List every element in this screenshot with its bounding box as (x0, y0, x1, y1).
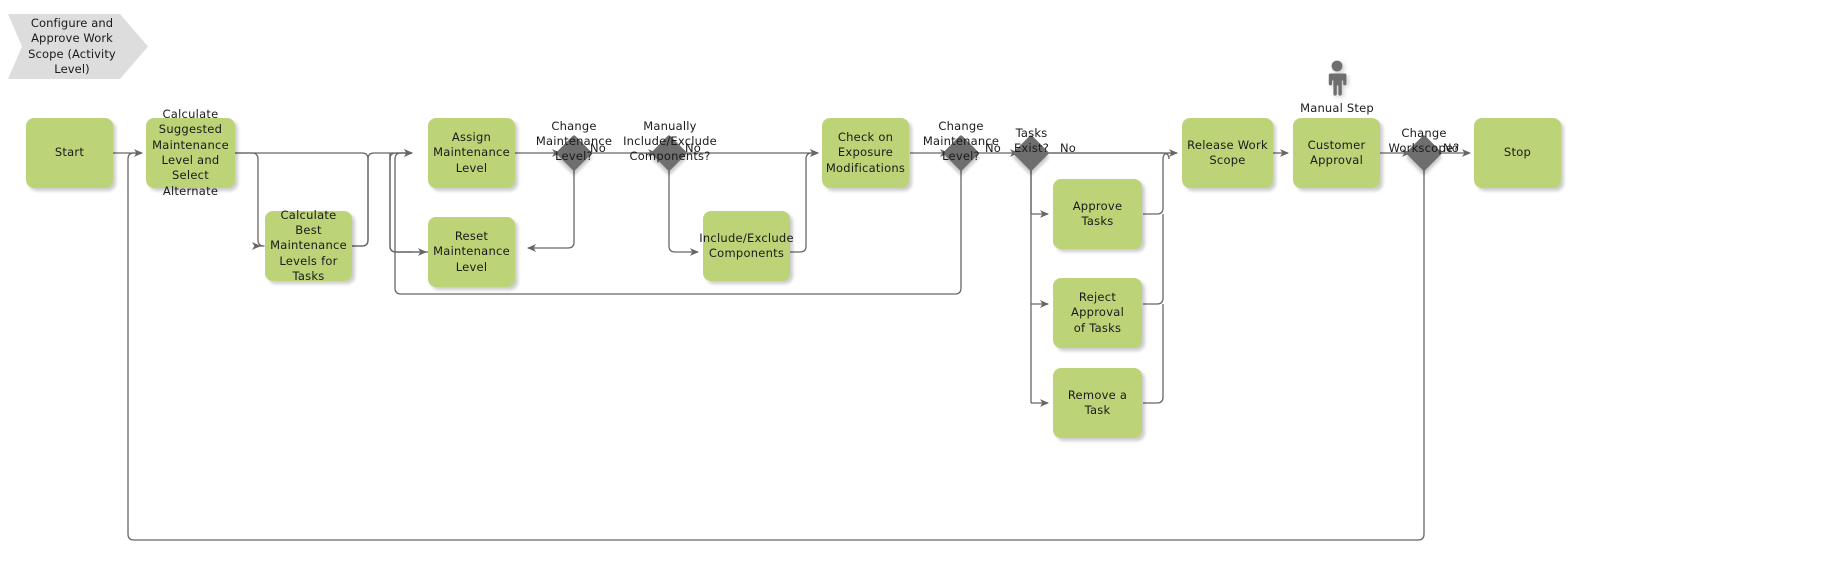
wire-gw1-yes-to-reset (527, 167, 575, 252)
manual-step-caption: Manual Step (1300, 101, 1374, 115)
node-check-on-exposure-modifications[interactable]: Check on Exposure Modifications (822, 118, 909, 188)
node-calc-suggested-line-2: Suggested (158, 122, 223, 137)
node-assign-line-1: Assign (451, 130, 492, 145)
wire-merge-to-release (1162, 152, 1177, 160)
node-include-exclude-components[interactable]: Include/Exclude Components (699, 211, 794, 281)
node-calc-best-line-3: Levels for Tasks (279, 253, 338, 283)
node-reject-line-1: Reject Approval (1070, 290, 1125, 320)
process-flow-diagram: Configure and Approve Work Scope (Activi… (0, 0, 1830, 571)
node-release-line-2: Scope (1209, 153, 1246, 167)
gateway-change-workscope[interactable] (1405, 134, 1443, 172)
edge-label-gw3-no: No (984, 141, 1002, 155)
node-calc-best-line-1: Calculate Best (280, 207, 337, 238)
node-calc-suggested-line-3: Maintenance (152, 137, 229, 152)
node-calc-suggested-line-4: Level and Select (161, 153, 220, 183)
wire-reject-merge (1143, 214, 1164, 305)
lane-title-banner: Configure and Approve Work Scope (Activi… (8, 14, 148, 79)
gw1-label-line-1: Change (551, 118, 597, 133)
node-start[interactable]: Start (26, 118, 113, 188)
gw2-label-line-1: Manually (643, 118, 697, 133)
wire-gw4-no-right (1045, 152, 1170, 160)
edge-label-gw4-no: No (1059, 141, 1077, 155)
banner-line-1: Configure and (30, 16, 114, 31)
node-calc-suggested-line-5: Alternate (162, 183, 219, 198)
node-reset-line-3: Level (455, 259, 488, 274)
wire-calcbest-to-assign (352, 149, 413, 247)
person-icon (1324, 60, 1350, 96)
node-customer-approval-line-1: Customer (1307, 137, 1366, 152)
banner-line-3: Scope (Activity (28, 46, 116, 61)
node-remove-a-task[interactable]: Remove a Task (1053, 368, 1142, 438)
node-start-line-1: Start (54, 145, 85, 160)
node-reject-approval-of-tasks[interactable]: Reject Approval of Tasks (1053, 278, 1142, 348)
node-approve-tasks[interactable]: Approve Tasks (1053, 179, 1142, 249)
node-calculate-best-maintenance-levels[interactable]: Calculate Best Maintenance Levels for Ta… (265, 207, 352, 283)
gateway-change-maintenance-level-1[interactable] (555, 134, 593, 172)
node-assign-line-2: Maintenance (433, 145, 510, 160)
wire-approve-merge (1143, 159, 1164, 215)
node-incexc-line-1: Include/Exclude (699, 230, 794, 245)
node-customer-approval-line-2: Approval (1309, 153, 1364, 167)
wire-gw2-yes-to-incexc (668, 167, 699, 256)
wire-calc-down-stub (235, 152, 265, 247)
wire-reset-back-to-assign (389, 149, 428, 253)
node-reset-line-1: Reset (454, 229, 489, 244)
node-reset-line-2: Maintenance (433, 244, 510, 259)
connector-layer (113, 149, 1471, 541)
node-approve-line-1: Approve Tasks (1072, 198, 1123, 228)
node-assign-maintenance-level[interactable]: Assign Maintenance Level (428, 118, 515, 188)
node-check-line-3: Modifications (825, 160, 906, 175)
gateway-tasks-exist[interactable] (1012, 134, 1050, 172)
node-calc-best-line-2: Maintenance (270, 238, 347, 253)
node-stop-line-1: Stop (1503, 145, 1532, 160)
wire-remove-merge (1143, 304, 1164, 404)
node-check-line-2: Exposure (837, 145, 894, 160)
node-check-line-1: Check on (837, 130, 894, 145)
node-release-line-1: Release Work (1187, 137, 1268, 152)
node-calc-suggested-line-1: Calculate (162, 107, 219, 122)
node-stop[interactable]: Stop (1474, 118, 1561, 188)
node-reject-line-2: of Tasks (1073, 320, 1122, 335)
node-assign-line-3: Level (455, 160, 488, 175)
gateway-change-maintenance-level-2[interactable] (942, 134, 980, 172)
node-reset-maintenance-level[interactable]: Reset Maintenance Level (428, 217, 515, 287)
node-calculate-suggested-maintenance-level[interactable]: Calculate Suggested Maintenance Level an… (146, 107, 235, 198)
node-release-work-scope[interactable]: Release Work Scope (1182, 118, 1273, 188)
node-remove-line-1: Remove a Task (1067, 387, 1128, 417)
wire-incexc-to-check (790, 149, 819, 253)
banner-line-4: Level) (54, 61, 90, 76)
gateway-manually-include-exclude-components[interactable] (650, 134, 688, 172)
gw3-label-line-1: Change (938, 118, 984, 133)
node-incexc-line-2: Components (708, 246, 785, 260)
banner-line-2: Approve Work (31, 31, 113, 46)
node-customer-approval[interactable]: Customer Approval (1293, 118, 1380, 188)
wire-rail-to-reset (389, 153, 412, 253)
